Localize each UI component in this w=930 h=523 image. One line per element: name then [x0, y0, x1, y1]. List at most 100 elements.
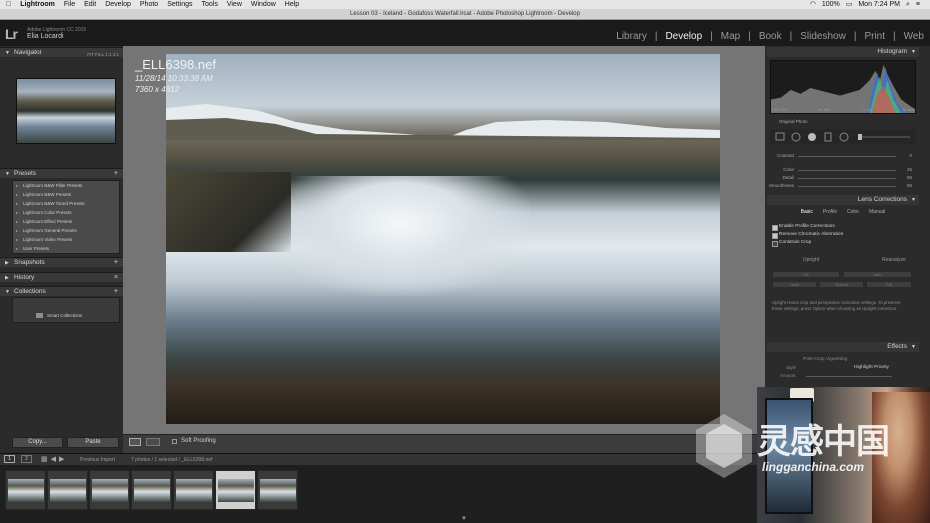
menu-tools[interactable]: Tools: [201, 0, 217, 9]
menu-edit[interactable]: Edit: [84, 0, 96, 9]
upright-vertical-button[interactable]: Vertical: [819, 281, 864, 288]
info-overlay-filename: _ELL6398.nef: [135, 57, 216, 72]
red-eye-icon[interactable]: [808, 133, 816, 141]
collections-header[interactable]: ▼ Collections +: [0, 286, 123, 296]
preset-folder[interactable]: Lightroom B&W Presets: [14, 191, 120, 198]
vignette-amount-slider[interactable]: [806, 376, 892, 377]
wifi-icon[interactable]: ◠: [810, 0, 816, 9]
upright-note: Upright resets crop and perspective corr…: [772, 300, 901, 311]
secondary-window-button[interactable]: 2: [21, 455, 32, 463]
module-develop[interactable]: Develop: [665, 31, 702, 42]
reanalyze-button[interactable]: Reanalyze: [882, 257, 906, 263]
vignette-style-select[interactable]: Highlight Priority: [854, 365, 889, 370]
primary-window-button[interactable]: 1: [4, 455, 15, 463]
menu-view[interactable]: View: [227, 0, 242, 9]
tab-color[interactable]: Color: [847, 209, 859, 215]
vignette-style-label: Style: [786, 365, 797, 370]
folder-icon: [36, 313, 43, 318]
upright-off-button[interactable]: Off: [772, 271, 840, 278]
tab-basic[interactable]: Basic: [801, 209, 813, 215]
upright-full-button[interactable]: Full: [866, 281, 912, 288]
tab-manual[interactable]: Manual: [869, 209, 885, 215]
effects-header[interactable]: Effects ▼: [767, 342, 919, 352]
film-thumb[interactable]: [257, 470, 298, 510]
smart-collections-item[interactable]: Smart Collections: [47, 313, 82, 318]
adjustment-brush-icon[interactable]: [858, 134, 862, 140]
remove-chromatic-aberration-checkbox[interactable]: Remove Chromatic Aberration: [772, 232, 843, 239]
presets-header[interactable]: ▼ Presets +: [0, 168, 123, 178]
film-thumb[interactable]: [173, 470, 214, 510]
copy-button[interactable]: Copy...: [12, 437, 63, 448]
module-picker: Library | Develop | Map | Book | Slideshow | …: [616, 31, 924, 42]
navigator-header[interactable]: ▼ Navigator FIT FILL 1:1 3:1: [0, 47, 123, 57]
slider-contrast[interactable]: Contrast 0: [770, 153, 912, 159]
film-thumb[interactable]: [89, 470, 130, 510]
loupe-view-icon[interactable]: [129, 438, 141, 446]
preset-folder[interactable]: Lightroom B&W Filter Presets: [14, 182, 120, 189]
module-slideshow[interactable]: Slideshow: [800, 31, 846, 42]
film-thumb[interactable]: [131, 470, 172, 510]
histogram-graph[interactable]: [770, 60, 916, 114]
paste-button[interactable]: Paste: [67, 437, 119, 448]
crop-icon[interactable]: [775, 132, 785, 141]
list-icon[interactable]: ≡: [916, 0, 920, 9]
film-thumb[interactable]: [47, 470, 88, 510]
chevron-down-icon[interactable]: ▼: [461, 516, 467, 522]
spot-removal-icon[interactable]: [791, 132, 801, 142]
slider-detail[interactable]: Detail 50: [770, 175, 912, 181]
add-collection-icon[interactable]: +: [114, 287, 118, 297]
menu-help[interactable]: Help: [285, 0, 299, 9]
develop-tools[interactable]: [770, 129, 916, 144]
upright-level-button[interactable]: Level: [772, 281, 817, 288]
module-book[interactable]: Book: [759, 31, 782, 42]
module-web[interactable]: Web: [904, 31, 924, 42]
module-library[interactable]: Library: [616, 31, 647, 42]
before-after-icon[interactable]: [146, 438, 160, 446]
history-header[interactable]: ▶ History ×: [0, 272, 123, 282]
preset-folder[interactable]: Lightroom Color Presets: [14, 209, 120, 216]
add-snapshot-icon[interactable]: +: [114, 258, 118, 268]
window-title: Lesson 03 - Iceland - Godafoss Waterfall…: [0, 9, 930, 20]
slider-color[interactable]: Color 25: [770, 167, 912, 173]
menu-settings[interactable]: Settings: [167, 0, 192, 9]
collapse-triangle-icon: ▼: [5, 50, 10, 56]
preset-folder[interactable]: User Presets: [14, 245, 120, 252]
battery-level[interactable]: 100%: [822, 0, 840, 9]
preset-folder[interactable]: Lightroom General Presets: [14, 227, 120, 234]
collapse-triangle-icon: ▼: [5, 289, 10, 295]
menu-file[interactable]: File: [64, 0, 75, 9]
histogram-header[interactable]: Histogram ▼: [767, 47, 919, 57]
graduated-filter-icon[interactable]: [824, 132, 832, 142]
menu-develop[interactable]: Develop: [105, 0, 131, 9]
app-menu[interactable]: Lightroom: [20, 0, 55, 9]
soft-proofing-checkbox[interactable]: [172, 439, 177, 444]
user-name: Elia Locardi: [27, 33, 64, 40]
preset-folder[interactable]: Lightroom B&W Toned Presets: [14, 200, 120, 207]
module-print[interactable]: Print: [864, 31, 885, 42]
snapshots-header[interactable]: ▶ Snapshots +: [0, 257, 123, 267]
menu-photo[interactable]: Photo: [140, 0, 158, 9]
filmstrip-count[interactable]: 7 photos / 1 selected / _ELL6398.nef: [131, 457, 212, 463]
clear-history-icon[interactable]: ×: [114, 273, 118, 283]
navigator-preview[interactable]: [16, 78, 116, 144]
module-map[interactable]: Map: [721, 31, 740, 42]
filmstrip-source[interactable]: Previous Import: [80, 457, 115, 463]
menu-window[interactable]: Window: [251, 0, 276, 9]
constrain-crop-checkbox[interactable]: Constrain Crop: [772, 240, 811, 247]
clock[interactable]: Mon 7:24 PM: [858, 0, 900, 9]
preset-folder[interactable]: Lightroom Video Presets: [14, 236, 120, 243]
preset-folder[interactable]: Lightroom Effect Presets: [14, 218, 120, 225]
search-icon[interactable]: ⌕: [906, 0, 910, 9]
add-preset-icon[interactable]: +: [114, 169, 118, 179]
navigator-zoom-modes[interactable]: FIT FILL 1:1 3:1: [87, 50, 119, 60]
enable-profile-corrections-checkbox[interactable]: Enable Profile Corrections: [772, 224, 835, 231]
upright-auto-button[interactable]: Auto: [843, 271, 912, 278]
apple-icon[interactable]: : [6, 0, 11, 9]
film-thumb[interactable]: [5, 470, 46, 510]
lens-corrections-header[interactable]: Lens Corrections ▼: [767, 195, 919, 205]
radial-filter-icon[interactable]: [839, 132, 849, 142]
film-thumb-selected[interactable]: [215, 470, 256, 510]
grid-view-icon[interactable]: ▦◀▶: [41, 455, 67, 463]
tab-profile[interactable]: Profile: [823, 209, 837, 215]
slider-smoothness[interactable]: Smoothness 50: [769, 183, 912, 189]
